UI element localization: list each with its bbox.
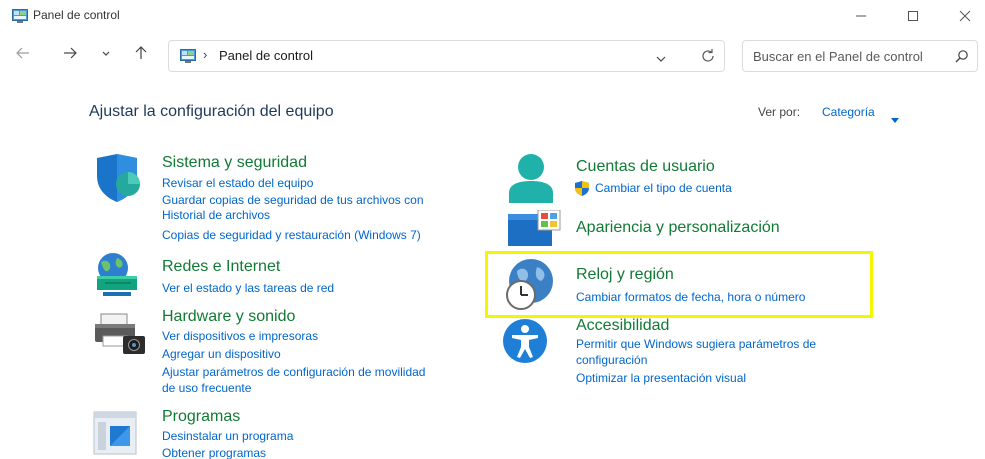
- page-title: Ajustar la configuración del equipo: [89, 103, 334, 120]
- view-by-dropdown[interactable]: Categoría: [822, 105, 875, 119]
- breadcrumb-separator-icon[interactable]: ›: [203, 47, 207, 62]
- caret-down-icon[interactable]: [891, 110, 899, 128]
- link-optimizar-presentacion[interactable]: Optimizar la presentación visual: [576, 371, 746, 386]
- user-account-icon[interactable]: [505, 153, 557, 208]
- up-button[interactable]: [131, 45, 151, 65]
- link-historial-archivos[interactable]: Historial de archivos: [162, 208, 270, 223]
- link-revisar-estado[interactable]: Revisar el estado del equipo: [162, 176, 313, 191]
- category-title-cuentas[interactable]: Cuentas de usuario: [576, 158, 715, 176]
- back-button[interactable]: [13, 45, 33, 65]
- link-dispositivos-impresoras[interactable]: Ver dispositivos e impresoras: [162, 329, 318, 344]
- category-title-sistema[interactable]: Sistema y seguridad: [162, 154, 307, 172]
- accessibility-icon[interactable]: [502, 318, 548, 369]
- link-guardar-copias[interactable]: Guardar copias de seguridad de tus archi…: [162, 193, 424, 208]
- arrow-right-icon: [62, 45, 78, 66]
- link-agregar-dispositivo[interactable]: Agregar un dispositivo: [162, 347, 281, 362]
- close-button[interactable]: [945, 4, 985, 28]
- breadcrumb-item[interactable]: Panel de control: [219, 48, 313, 63]
- window-title: Panel de control: [33, 8, 120, 22]
- category-title-redes[interactable]: Redes e Internet: [162, 258, 280, 276]
- link-cambiar-tipo-cuenta[interactable]: Cambiar el tipo de cuenta: [595, 181, 732, 196]
- arrow-left-icon: [15, 45, 31, 66]
- maximize-button[interactable]: [893, 4, 933, 28]
- link-desinstalar-programa[interactable]: Desinstalar un programa: [162, 429, 293, 444]
- appearance-icon[interactable]: [506, 209, 564, 255]
- minimize-icon: [855, 10, 867, 22]
- address-dropdown-button[interactable]: [655, 51, 667, 69]
- close-icon: [959, 10, 971, 22]
- link-copias-restauracion[interactable]: Copias de seguridad y restauración (Wind…: [162, 228, 421, 243]
- category-title-programas[interactable]: Programas: [162, 408, 240, 426]
- title-bar: Panel de control: [0, 0, 985, 32]
- link-ajustar-movilidad[interactable]: Ajustar parámetros de configuración de m…: [162, 365, 425, 380]
- uac-shield-icon: [574, 181, 590, 201]
- search-box[interactable]: Buscar en el Panel de control: [742, 40, 978, 72]
- search-icon[interactable]: [955, 49, 969, 68]
- link-estado-red[interactable]: Ver el estado y las tareas de red: [162, 281, 334, 296]
- category-title-hardware[interactable]: Hardware y sonido: [162, 308, 295, 326]
- maximize-icon: [907, 10, 919, 22]
- category-title-accesibilidad[interactable]: Accesibilidad: [576, 317, 669, 335]
- minimize-button[interactable]: [841, 4, 881, 28]
- programs-icon[interactable]: [92, 410, 138, 459]
- shield-icon[interactable]: [93, 154, 147, 209]
- category-title-apariencia[interactable]: Apariencia y personalización: [576, 219, 780, 237]
- arrow-up-icon: [133, 45, 149, 66]
- chevron-down-icon: [101, 46, 111, 64]
- control-panel-icon: [179, 49, 197, 63]
- search-input[interactable]: Buscar en el Panel de control: [753, 49, 923, 64]
- link-permitir-sugerencias[interactable]: Permitir que Windows sugiera parámetros …: [576, 337, 816, 352]
- forward-button[interactable]: [60, 45, 80, 65]
- link-configuracion[interactable]: configuración: [576, 353, 647, 368]
- recent-locations-button[interactable]: [96, 45, 116, 65]
- control-panel-icon: [12, 9, 28, 23]
- view-by-label: Ver por:: [758, 105, 801, 119]
- printer-icon[interactable]: [93, 312, 149, 363]
- link-uso-frecuente[interactable]: de uso frecuente: [162, 381, 251, 396]
- address-bar[interactable]: › Panel de control: [168, 40, 725, 72]
- refresh-icon[interactable]: [699, 47, 717, 70]
- network-globe-icon[interactable]: [91, 252, 145, 307]
- selection-highlight: [485, 251, 873, 318]
- link-obtener-programas[interactable]: Obtener programas: [162, 446, 266, 459]
